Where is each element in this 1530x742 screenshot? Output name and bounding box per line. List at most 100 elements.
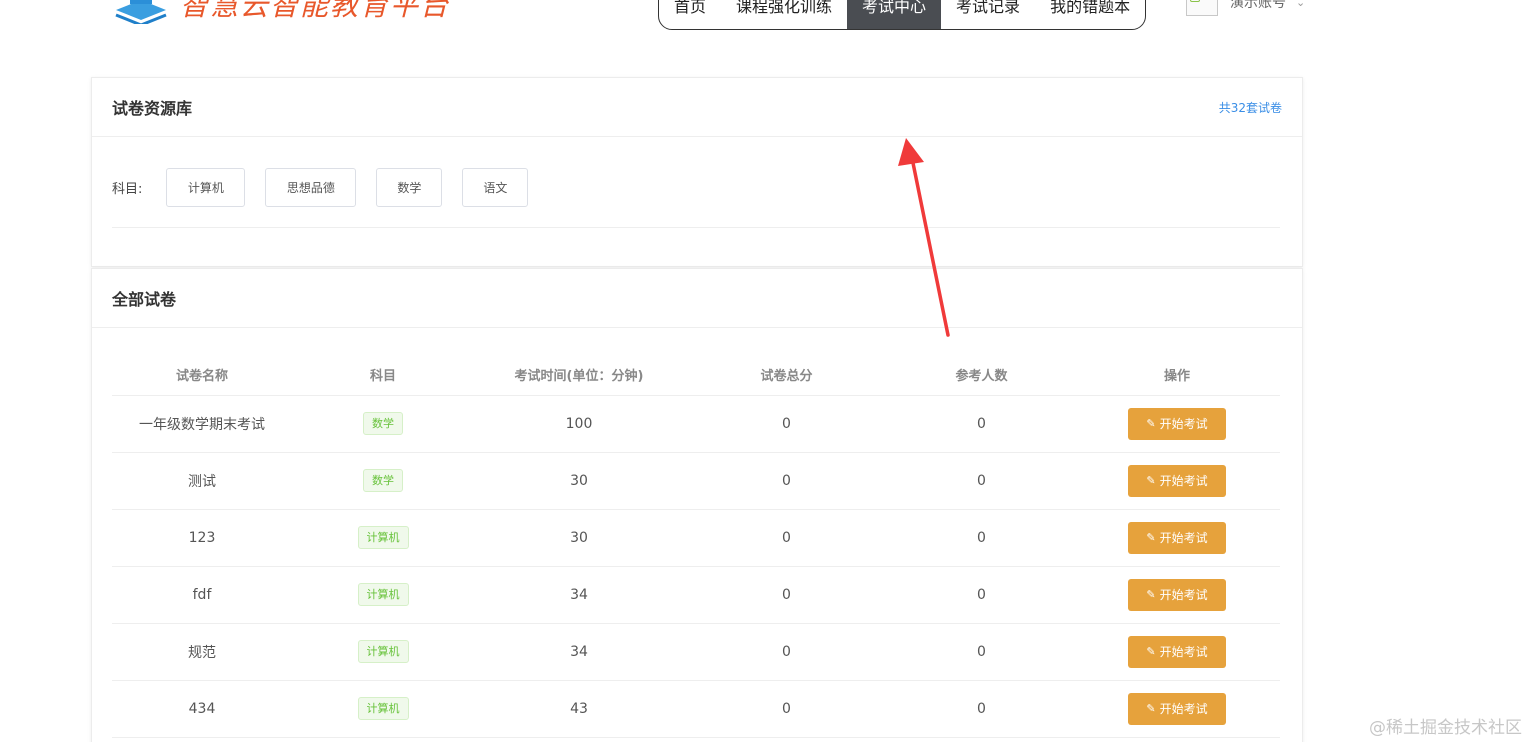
subject-label: 科目: <box>112 181 143 197</box>
account-menu[interactable]: 演示账号 ⌄ <box>1186 0 1305 16</box>
book-stack-icon <box>115 0 167 24</box>
exam-library-title: 试卷资源库 <box>112 99 193 118</box>
brand-logo[interactable]: 智慧云智能教育平台 <box>112 0 450 24</box>
action-cell: ✎ 开始考试 <box>1074 509 1280 567</box>
exam-time: 100 <box>474 395 684 453</box>
subject-button-math[interactable]: 数学 <box>376 167 443 207</box>
subject-tag: 计算机 <box>357 697 409 720</box>
table-row: 测试 数学 30 0 0 ✎ 开始考试 <box>112 452 1280 510</box>
table-row: fdf 计算机 34 0 0 ✎ 开始考试 <box>112 566 1280 624</box>
subject-cell: 计算机 <box>292 566 474 624</box>
start-exam-button[interactable]: ✎ 开始考试 <box>1128 464 1226 497</box>
main-nav: 首页 课程强化训练 考试中心 考试记录 我的错题本 <box>658 0 1147 30</box>
exam-participants: 0 <box>889 566 1074 624</box>
table-row: 规范 计算机 34 0 0 ✎ 开始考试 <box>112 623 1280 681</box>
exam-table: 试卷名称 科目 考试时间(单位：分钟) 试卷总分 参考人数 操作 一年级数学期末… <box>112 355 1280 738</box>
nav-item-home[interactable]: 首页 <box>659 0 721 29</box>
subject-button-chinese[interactable]: 语文 <box>462 167 529 207</box>
exam-name: 测试 <box>112 452 292 510</box>
exam-participants: 0 <box>889 623 1074 681</box>
action-cell: ✎ 开始考试 <box>1074 566 1280 624</box>
nav-item-wrong-questions[interactable]: 我的错题本 <box>1035 0 1145 29</box>
exam-participants: 0 <box>889 395 1074 453</box>
start-exam-button[interactable]: ✎ 开始考试 <box>1128 578 1226 611</box>
subject-tag: 计算机 <box>357 526 409 549</box>
exam-name: fdf <box>112 566 292 624</box>
all-exams-header: 全部试卷 <box>92 269 1302 328</box>
exam-count-link[interactable]: 共32套试卷 <box>1219 99 1282 116</box>
table-row: 434 计算机 43 0 0 ✎ 开始考试 <box>112 680 1280 738</box>
exam-participants: 0 <box>889 452 1074 510</box>
exam-time: 30 <box>474 452 684 510</box>
action-cell: ✎ 开始考试 <box>1074 623 1280 681</box>
column-header-time: 考试时间(单位：分钟) <box>474 355 684 396</box>
exam-name: 规范 <box>112 623 292 681</box>
pen-icon: ✎ <box>1146 417 1156 430</box>
subject-tag: 计算机 <box>357 583 409 606</box>
subject-tag: 计算机 <box>357 640 409 663</box>
exam-total-score: 0 <box>684 680 889 738</box>
subject-button-computer[interactable]: 计算机 <box>166 167 246 207</box>
all-exams-panel: 全部试卷 试卷名称 科目 考试时间(单位：分钟) 试卷总分 参考人数 操作 一年… <box>91 268 1303 742</box>
start-exam-button[interactable]: ✎ 开始考试 <box>1128 407 1226 440</box>
start-exam-button[interactable]: ✎ 开始考试 <box>1128 521 1226 554</box>
column-header-participants: 参考人数 <box>889 355 1074 396</box>
subject-filter: 科目: 计算机 思想品德 数学 语文 <box>92 137 1302 217</box>
pen-icon: ✎ <box>1146 645 1156 658</box>
pen-icon: ✎ <box>1146 531 1156 544</box>
exam-name: 434 <box>112 680 292 738</box>
start-exam-label: 开始考试 <box>1159 588 1208 602</box>
avatar[interactable] <box>1186 0 1218 16</box>
subject-cell: 数学 <box>292 395 474 453</box>
exam-library-header: 试卷资源库 共32套试卷 <box>92 78 1302 137</box>
exam-time: 34 <box>474 566 684 624</box>
start-exam-button[interactable]: ✎ 开始考试 <box>1128 635 1226 668</box>
start-exam-label: 开始考试 <box>1159 645 1208 659</box>
all-exams-title: 全部试卷 <box>112 290 177 309</box>
divider <box>112 227 1280 228</box>
start-exam-label: 开始考试 <box>1159 417 1208 431</box>
table-row: 123 计算机 30 0 0 ✎ 开始考试 <box>112 509 1280 567</box>
action-cell: ✎ 开始考试 <box>1074 680 1280 738</box>
exam-total-score: 0 <box>684 566 889 624</box>
pen-icon: ✎ <box>1146 588 1156 601</box>
nav-item-exam-center[interactable]: 考试中心 <box>847 0 942 29</box>
subject-cell: 数学 <box>292 452 474 510</box>
start-exam-label: 开始考试 <box>1159 474 1208 488</box>
watermark: @稀土掘金技术社区 <box>1369 718 1522 738</box>
exam-time: 34 <box>474 623 684 681</box>
table-header-row: 试卷名称 科目 考试时间(单位：分钟) 试卷总分 参考人数 操作 <box>112 355 1280 396</box>
subject-tag: 数学 <box>363 469 403 492</box>
pen-icon: ✎ <box>1146 702 1156 715</box>
chevron-down-icon: ⌄ <box>1296 0 1306 9</box>
exam-total-score: 0 <box>684 395 889 453</box>
start-exam-button[interactable]: ✎ 开始考试 <box>1128 692 1226 725</box>
exam-table-body: 一年级数学期末考试 数学 100 0 0 ✎ 开始考试 测试 数学 30 0 0 ✎ 开始考试 123 计算机… <box>112 395 1280 738</box>
exam-participants: 0 <box>889 509 1074 567</box>
pen-icon: ✎ <box>1146 474 1156 487</box>
nav-item-course-training[interactable]: 课程强化训练 <box>721 0 847 29</box>
exam-participants: 0 <box>889 680 1074 738</box>
start-exam-label: 开始考试 <box>1159 531 1208 545</box>
column-header-subject: 科目 <box>292 355 474 396</box>
subject-tag: 数学 <box>363 412 403 435</box>
nav-item-exam-records[interactable]: 考试记录 <box>941 0 1035 29</box>
start-exam-label: 开始考试 <box>1159 702 1208 716</box>
column-header-actions: 操作 <box>1074 355 1280 396</box>
subject-button-morality[interactable]: 思想品德 <box>265 167 357 207</box>
subject-cell: 计算机 <box>292 680 474 738</box>
column-header-name: 试卷名称 <box>112 355 292 396</box>
exam-total-score: 0 <box>684 509 889 567</box>
exam-total-score: 0 <box>684 623 889 681</box>
exam-name: 123 <box>112 509 292 567</box>
exam-library-panel: 试卷资源库 共32套试卷 科目: 计算机 思想品德 数学 语文 <box>91 77 1303 267</box>
exam-name: 一年级数学期末考试 <box>112 395 292 453</box>
brand-name: 智慧云智能教育平台 <box>180 0 451 22</box>
subject-cell: 计算机 <box>292 623 474 681</box>
red-arrow-annotation <box>898 138 950 337</box>
action-cell: ✎ 开始考试 <box>1074 395 1280 453</box>
subject-cell: 计算机 <box>292 509 474 567</box>
exam-time: 43 <box>474 680 684 738</box>
exam-total-score: 0 <box>684 452 889 510</box>
exam-time: 30 <box>474 509 684 567</box>
